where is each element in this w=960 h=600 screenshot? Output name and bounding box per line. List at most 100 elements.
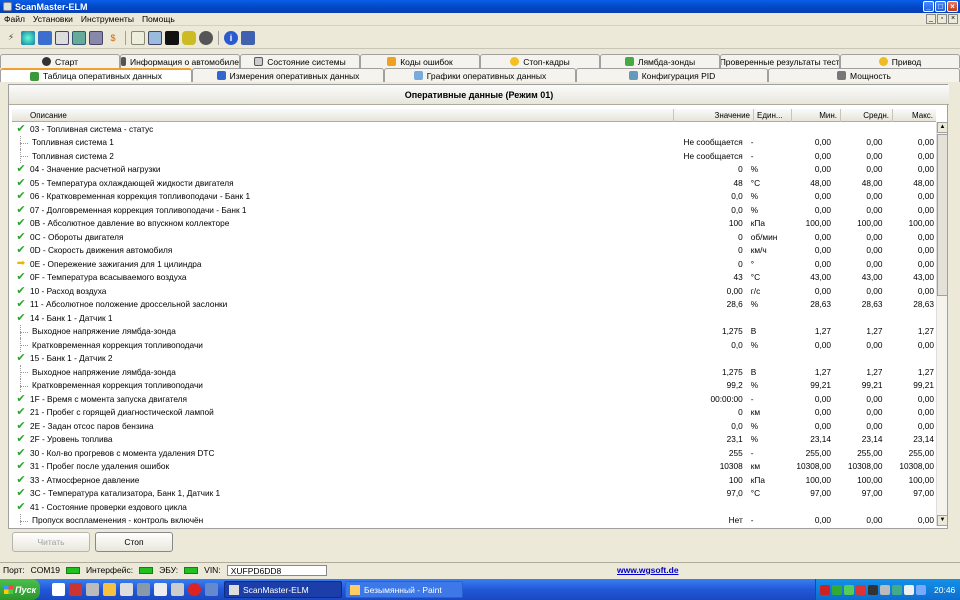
table-row[interactable]: ✔ 14 - Банк 1 - Датчик 1 <box>12 311 936 325</box>
tab-live-data-table[interactable]: Таблица оперативных данных <box>0 68 192 82</box>
terminal-icon[interactable] <box>165 30 179 45</box>
table-row[interactable]: ✔ 06 - Кратковременная коррекция топливоп… <box>12 190 936 204</box>
table-row[interactable]: Пропуск воспламенения - контроль включён… <box>12 513 936 526</box>
table-row[interactable]: ✔ 0F - Температура всасываемого воздуха 43… <box>12 271 936 285</box>
table-row[interactable]: Выходное напряжение лямбда-зонда 1,275 В 1,… <box>12 324 936 339</box>
start-button[interactable]: Пуск <box>0 579 40 600</box>
monitor-icon[interactable] <box>38 30 52 45</box>
quicklaunch-window-icon[interactable] <box>205 583 218 596</box>
tray-network-icon[interactable] <box>832 584 842 595</box>
table-row[interactable]: ✔ 1F - Время с момента запуска двигателя 0… <box>12 392 936 406</box>
scroll-down-button[interactable]: ▼ <box>937 515 948 526</box>
quicklaunch-pdf-icon[interactable] <box>69 583 82 596</box>
scroll-thumb[interactable] <box>937 134 948 296</box>
menu-tools[interactable]: Инструменты <box>77 14 138 24</box>
website-link[interactable]: www.wgsoft.de <box>617 565 679 575</box>
quicklaunch-opera-icon[interactable] <box>188 583 201 596</box>
tab-lambda-sensors[interactable]: Лямбда-зонды <box>600 54 720 68</box>
table-row[interactable]: Топливная система 1 Не сообщается - 0,00 0,0… <box>12 135 936 150</box>
column-header-max[interactable]: Макс. <box>893 109 936 122</box>
quicklaunch-app-icon[interactable] <box>120 583 133 596</box>
table-row[interactable]: Кратковременная коррекция топливоподачи 0… <box>12 338 936 352</box>
table-row[interactable]: ✔ 0C - Обороты двигателя 0 об/мин 0,00 0,00 0,… <box>12 230 936 244</box>
table-row[interactable]: ✔ 11 - Абсолютное положение дроссельной з… <box>12 298 936 312</box>
table-row[interactable]: ✔ 21 - Пробег с горящей диагностической л… <box>12 406 936 420</box>
table-row[interactable]: ✔ 30 - Кол-во прогревов с момента удалени… <box>12 446 936 460</box>
tab-trouble-codes[interactable]: Коды ошибок <box>360 54 480 68</box>
tab-system-status[interactable]: Состояние системы <box>240 54 360 68</box>
table-row[interactable]: ✔ 0D - Скорость движения автомобиля 0 км/ч 0… <box>12 244 936 258</box>
table-icon[interactable] <box>55 30 69 45</box>
table-row[interactable]: ✔ 05 - Температура охлаждающей жидкости д… <box>12 176 936 190</box>
tab-pid-config[interactable]: Конфигурация PID <box>576 68 768 82</box>
column-header-min[interactable]: Мин. <box>792 109 841 122</box>
mdi-close-button[interactable]: × <box>948 14 958 24</box>
tray-display-icon[interactable] <box>916 584 926 595</box>
tab-drive[interactable]: Привод <box>840 54 960 68</box>
table-row[interactable]: ✔ 33 - Атмосферное давление 100 кПа 100,00 10… <box>12 473 936 487</box>
stop-button[interactable]: Стоп <box>95 532 173 552</box>
read-button[interactable]: Читать <box>12 532 90 552</box>
clipboard-icon[interactable] <box>131 30 145 45</box>
tray-device-icon[interactable] <box>868 584 878 595</box>
tray-sync-icon[interactable] <box>844 584 854 595</box>
table-row[interactable]: ✔ 10 - Расход воздуха 0,00 г/с 0,00 0,00 0,00 <box>12 284 936 298</box>
table-row[interactable]: ✔ 04 - Значение расчетной нагрузки 0% 0,00 0… <box>12 163 936 177</box>
table-row[interactable]: ➡ 0E - Опережение зажигания для 1 цилиндр… <box>12 257 936 271</box>
table-row[interactable]: ✔ 31 - Пробег после удаления ошибок 10308 к… <box>12 460 936 474</box>
table-row[interactable]: Выходное напряжение лямбда-зонда 1,275 В 1,… <box>12 365 936 379</box>
table-row[interactable]: ✔ 2F - Уровень топлива 23,1% 23,14 23,14 23,1… <box>12 433 936 447</box>
tab-start[interactable]: Старт <box>0 54 120 68</box>
quicklaunch-media-icon[interactable] <box>137 583 150 596</box>
quicklaunch-folder-icon[interactable] <box>103 583 116 596</box>
column-header-description[interactable]: Описание <box>12 109 674 122</box>
quicklaunch-doc-icon[interactable] <box>52 583 65 596</box>
tray-volume-icon[interactable] <box>880 584 890 595</box>
table-row[interactable]: Кратковременная коррекция топливоподачи 9… <box>12 378 936 393</box>
menu-file[interactable]: Файл <box>0 14 29 24</box>
scroll-up-button[interactable]: ▲ <box>937 122 948 133</box>
table-row[interactable]: ✔ 0B - Абсолютное давление во впускном ко… <box>12 217 936 231</box>
quicklaunch-disk-icon[interactable] <box>171 583 184 596</box>
graph-icon[interactable] <box>89 30 103 45</box>
tab-test-results[interactable]: Проверенные результаты теста <box>720 54 840 68</box>
mdi-minimize-button[interactable]: _ <box>926 14 936 24</box>
globe-icon[interactable] <box>21 30 35 45</box>
quicklaunch-tool-icon[interactable] <box>86 583 99 596</box>
tab-freeze-frames[interactable]: Стоп-кадры <box>480 54 600 68</box>
tray-antivirus-icon[interactable] <box>820 584 830 595</box>
minimize-button[interactable]: _ <box>923 1 934 12</box>
column-header-avg[interactable]: Средн. <box>841 109 893 122</box>
table-row[interactable]: ✔ 03 - Топливная система - статус <box>12 122 936 136</box>
money-icon[interactable]: $ <box>106 31 120 45</box>
task-scanmaster[interactable]: ScanMaster-ELM <box>224 581 342 598</box>
table-row[interactable]: Топливная система 2 Не сообщается - 0,00 0,0… <box>12 149 936 163</box>
tab-power[interactable]: Мощность <box>768 68 960 82</box>
maximize-button[interactable]: □ <box>935 1 946 12</box>
table-row[interactable]: ✔ 15 - Банк 1 - Датчик 2 <box>12 352 936 366</box>
table-row[interactable]: ✔ 3C - Температура катализатора, Банк 1, … <box>12 487 936 501</box>
tab-live-data-graphs[interactable]: Графики оперативных данных <box>384 68 576 82</box>
table-row[interactable]: ✔ 41 - Состояние проверки ездового цикла <box>12 500 936 514</box>
tray-update-icon[interactable] <box>892 584 902 595</box>
table-row[interactable]: ✔ 07 - Долговременная коррекция топливопо… <box>12 203 936 217</box>
mdi-restore-button[interactable]: ▫ <box>937 14 947 24</box>
disk-icon[interactable] <box>199 30 213 45</box>
task-paint[interactable]: Безымянный - Paint <box>345 581 463 598</box>
menu-help[interactable]: Помощь <box>138 14 179 24</box>
close-button[interactable]: × <box>947 1 958 12</box>
vertical-scrollbar[interactable]: ▲ ▼ <box>936 122 948 526</box>
column-header-unit[interactable]: Един... <box>754 109 792 122</box>
report-icon[interactable] <box>148 30 162 45</box>
table-row[interactable]: ✔ 2E - Задан отсос паров бензина 0,0% 0,00 0… <box>12 419 936 433</box>
quicklaunch-notepad-icon[interactable] <box>154 583 167 596</box>
tab-live-data-gauges[interactable]: Измерения оперативных данных <box>192 68 384 82</box>
tray-alert-icon[interactable] <box>856 584 866 595</box>
menu-settings[interactable]: Установки <box>29 14 77 24</box>
chart-icon[interactable] <box>72 30 86 45</box>
column-header-value[interactable]: Значение <box>674 109 754 122</box>
battery-icon[interactable] <box>182 30 196 45</box>
about-icon[interactable]: i <box>224 30 238 45</box>
tab-vehicle-info[interactable]: Информация о автомобиле <box>120 54 240 68</box>
book-icon[interactable] <box>241 30 255 45</box>
